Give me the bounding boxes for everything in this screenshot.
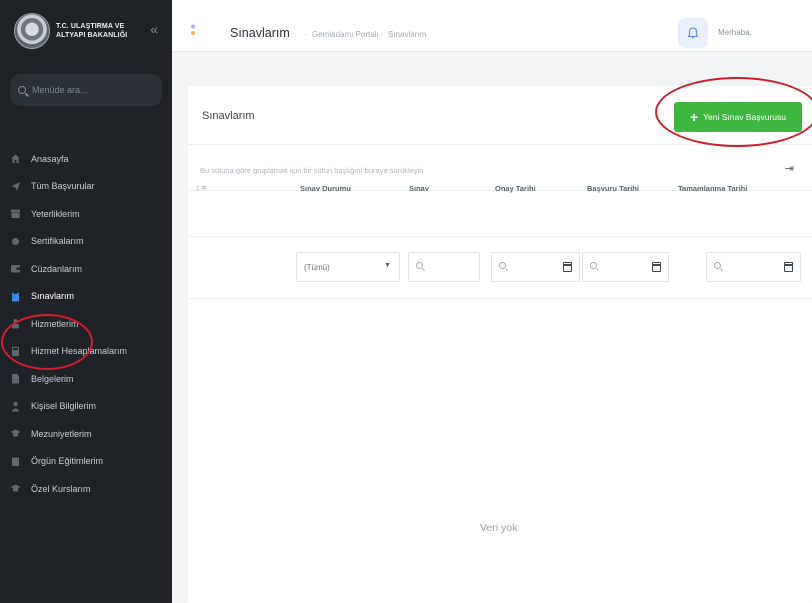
sidebar-item-label: Sertifikalarım [31,236,84,247]
column-header-status[interactable]: Sınav Durumu [300,184,351,193]
graduation-cap-icon [10,428,21,439]
search-icon [499,262,506,269]
calendar-icon[interactable] [652,262,661,272]
sidebar-item-anasayfa[interactable]: Anasayfa [0,145,172,173]
sidebar-item-label: Cüzdanlarım [31,263,83,274]
breadcrumb-separator: · [304,30,307,39]
column-header-approval-date[interactable]: Onay Tarihi [495,184,536,193]
user-icon [10,401,21,412]
notifications-button[interactable] [678,18,708,48]
sidebar-item-label: Belgelerim [31,373,74,384]
page-logo-icon [191,24,195,35]
bell-icon [688,27,698,39]
sidebar: T.C. ULAŞTIRMA VE ALTYAPI BAKANLIĞI « Me… [0,0,172,603]
breadcrumb-item-portal[interactable]: Gemiadamı Portalı [312,30,379,39]
sidebar-item-mezuniyetlerim[interactable]: Mezuniyetlerim [0,420,172,448]
sidebar-item-ozel-kurslarim[interactable]: Özel Kurslarım [0,475,172,503]
card-title: Sınavlarım [202,110,255,122]
sidebar-item-label: Tüm Başvurular [31,181,95,192]
sidebar-item-label: Mezuniyetlerim [31,428,92,439]
send-icon [10,181,21,192]
double-chevron-left-icon[interactable]: « [150,22,158,36]
wallet-icon [10,263,21,274]
group-panel-hint: Bu sütuna göre gruplamak için bir sütun … [200,166,424,175]
sidebar-item-orgun-egitimlerim[interactable]: Örgün Eğitimlerim [0,448,172,476]
search-icon [590,262,597,269]
application-date-filter-input[interactable] [582,252,669,282]
search-icon [416,262,423,269]
chevron-down-icon: ▼ [384,262,391,269]
sidebar-item-tum-basvurular[interactable]: Tüm Başvurular [0,173,172,201]
breadcrumb-item-current: Sınavlarım [388,30,427,39]
calendar-icon[interactable] [784,262,793,272]
archive-icon [10,208,21,219]
book-icon [10,456,21,467]
status-filter-value: (Tümü) [304,263,330,272]
sidebar-item-label: Örgün Eğitimlerim [31,456,104,467]
user-greeting[interactable]: Merhaba, [718,28,752,37]
search-icon [18,86,26,94]
column-header-index[interactable]: ↕ # [196,183,206,192]
export-icon[interactable]: ⇥ [785,162,794,175]
search-icon [714,262,721,269]
column-header-exam[interactable]: Sınav [409,184,429,193]
column-header-application-date[interactable]: Başvuru Tarihi [587,184,639,193]
annotation-circle-new-button [655,77,812,147]
breadcrumb-separator: · [380,30,383,39]
sidebar-item-cuzdanlarim[interactable]: Cüzdanlarım [0,255,172,283]
sidebar-item-label: Sınavlarım [31,291,75,302]
sidebar-item-label: Yeterliklerim [31,208,80,219]
brand-logo[interactable]: T.C. ULAŞTIRMA VE ALTYAPI BAKANLIĞI « [0,0,172,62]
sidebar-item-label: Anasayfa [31,153,69,164]
sidebar-item-label: Özel Kurslarım [31,483,91,494]
brand-line-1: T.C. ULAŞTIRMA VE [56,23,125,30]
columns-divider [188,236,812,237]
status-filter-select[interactable]: (Tümü) ▼ [296,252,400,282]
filter-row-divider [188,298,812,299]
page-title: Sınavlarım [230,26,290,40]
column-header-completion-date[interactable]: Tamamlanma Tarihi [678,184,747,193]
sidebar-item-belgelerim[interactable]: Belgelerim [0,365,172,393]
exam-filter-input[interactable] [408,252,480,282]
document-icon [10,373,21,384]
approval-date-filter-input[interactable] [491,252,580,282]
sidebar-item-label: Kişisel Bilgilerim [31,401,97,412]
completion-date-filter-input[interactable] [706,252,801,282]
menu-search-input[interactable]: Menüde ara... [10,74,162,106]
brand-name: T.C. ULAŞTIRMA VE ALTYAPI BAKANLIĞI [56,22,127,40]
calendar-icon[interactable] [563,262,572,272]
menu-search-placeholder: Menüde ara... [32,85,88,95]
annotation-circle-sinavlarim [1,314,93,370]
ministry-seal-icon [14,13,50,49]
empty-table-message: Veri yok [480,522,518,534]
sidebar-item-sinavlarim[interactable]: Sınavlarım [0,283,172,311]
top-bar: Sınavlarım · Gemiadamı Portalı · Sınavla… [172,0,812,52]
sidebar-item-kisisel-bilgilerim[interactable]: Kişisel Bilgilerim [0,393,172,421]
dot-icon [10,236,21,247]
sidebar-item-sertifikalarim[interactable]: Sertifikalarım [0,228,172,256]
sidebar-item-yeterliklerim[interactable]: Yeterliklerim [0,200,172,228]
graduation-cap-icon [10,483,21,494]
clipboard-icon [10,291,21,302]
brand-line-2: ALTYAPI BAKANLIĞI [56,32,128,39]
home-icon [10,153,21,164]
column-header-index-label: # [201,183,207,192]
